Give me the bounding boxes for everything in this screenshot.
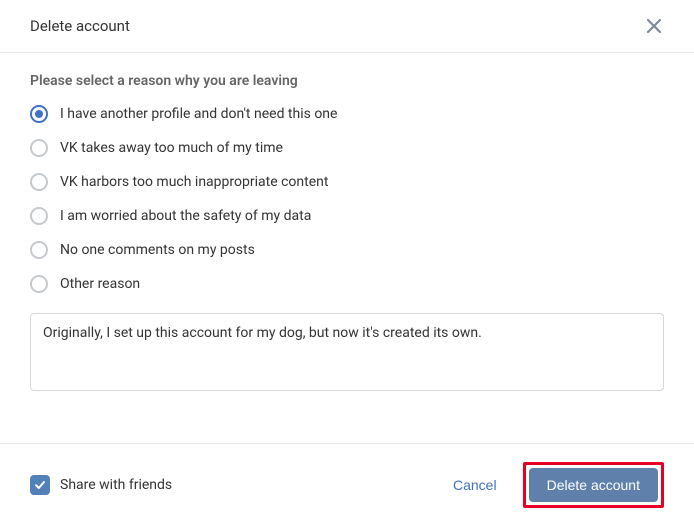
modal-header: Delete account xyxy=(0,0,694,53)
radio-icon xyxy=(30,207,48,225)
reason-options: I have another profile and don't need th… xyxy=(30,105,664,293)
reason-option-another-profile[interactable]: I have another profile and don't need th… xyxy=(30,105,664,123)
radio-icon xyxy=(30,105,48,123)
option-label: VK harbors too much inappropriate conten… xyxy=(60,174,328,190)
modal-footer: Share with friends Cancel Delete account xyxy=(0,443,694,526)
option-label: I am worried about the safety of my data xyxy=(60,208,311,224)
delete-button-highlight: Delete account xyxy=(523,462,664,508)
modal-body: Please select a reason why you are leavi… xyxy=(0,53,694,443)
share-with-friends-checkbox[interactable]: Share with friends xyxy=(30,475,172,495)
footer-actions: Cancel Delete account xyxy=(439,462,664,508)
reason-option-inappropriate-content[interactable]: VK harbors too much inappropriate conten… xyxy=(30,173,664,191)
radio-icon xyxy=(30,275,48,293)
cancel-button[interactable]: Cancel xyxy=(439,469,511,501)
reason-option-too-much-time[interactable]: VK takes away too much of my time xyxy=(30,139,664,157)
option-label: I have another profile and don't need th… xyxy=(60,106,337,122)
radio-icon xyxy=(30,173,48,191)
delete-account-modal: Delete account Please select a reason wh… xyxy=(0,0,694,526)
checkbox-checked-icon xyxy=(30,475,50,495)
option-label: No one comments on my posts xyxy=(60,242,255,258)
close-icon[interactable] xyxy=(644,16,664,36)
share-label: Share with friends xyxy=(60,477,172,493)
reason-option-no-comments[interactable]: No one comments on my posts xyxy=(30,241,664,259)
option-label: Other reason xyxy=(60,276,140,292)
option-label: VK takes away too much of my time xyxy=(60,140,283,156)
reason-option-data-safety[interactable]: I am worried about the safety of my data xyxy=(30,207,664,225)
reason-prompt: Please select a reason why you are leavi… xyxy=(30,73,664,89)
modal-title: Delete account xyxy=(30,17,130,35)
reason-option-other[interactable]: Other reason xyxy=(30,275,664,293)
delete-account-button[interactable]: Delete account xyxy=(529,468,658,502)
reason-textarea[interactable] xyxy=(30,313,664,391)
radio-icon xyxy=(30,241,48,259)
radio-icon xyxy=(30,139,48,157)
